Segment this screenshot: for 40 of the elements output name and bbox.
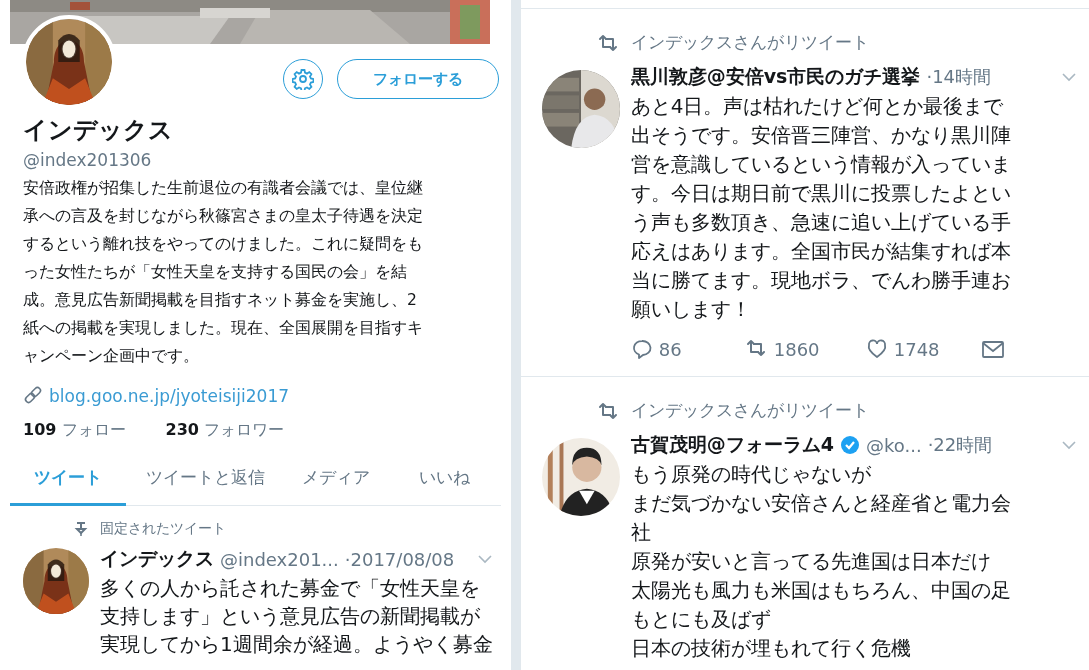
profile-tab[interactable]: いいね xyxy=(388,466,501,506)
tweet-time: ·2017/08/08 xyxy=(344,548,455,570)
chevron-icon[interactable] xyxy=(476,554,493,564)
follow-button[interactable]: フォローする xyxy=(336,59,499,99)
retweet-icon xyxy=(597,400,618,421)
profile-handle: @index201306 xyxy=(23,150,153,170)
action-button[interactable]: 86 xyxy=(630,338,746,360)
action-button[interactable]: 1860 xyxy=(745,338,866,360)
author-name: インデックス xyxy=(100,546,214,571)
retweet-icon xyxy=(597,32,618,53)
mail-icon[interactable] xyxy=(980,338,1005,360)
profile-tab[interactable]: メディア xyxy=(284,466,388,506)
retweet-label: インデックスさんがリツイート xyxy=(630,31,870,54)
tweet-time: ·22時間 xyxy=(927,433,993,457)
pinned-label: 固定されたツイート xyxy=(100,520,227,538)
settings-button[interactable] xyxy=(282,59,323,99)
retweet-label: インデックスさんがリツイート xyxy=(630,399,870,422)
stat-count[interactable]: 109 フォロー xyxy=(23,420,126,441)
pin-icon xyxy=(74,521,88,537)
tweet-text: もう原発の時代じゃないが まだ気づかない安倍さんと経産省と電力会 社 原発が安いと言ってる先進国は日本だけ 太陽光も風力も米国はもちろん、中国の足 もとにも及ばず 日本の技術が埋もれて行く危機 xyxy=(630,461,1012,662)
settings-icon xyxy=(291,68,314,90)
author-handle: @ko... xyxy=(865,434,922,456)
profile-bio: 安倍政権が招集した生前退位の有識者会議では、皇位継 承への言及を封じながら秋篠宮さまの皇太子待遇を決定 するという離れ技をやってのけました。これに疑問をも った女性たちが「女性天皇を支持する国民の会」を結 成。意見広告新聞掲載を目指すネット募金を実施し、2 紙への掲載を実現しました。現在、全国展開を目指すキ ャンペーン企画中です。 xyxy=(23,178,424,367)
tweet-text: あと4日。声は枯れたけど何とか最後まで 出そうです。安倍晋三陣営、かなり黒川陣 営を意識しているという情報が入っていま す。今日は期日前で黒川に投票したよとい う声も多数頂き、急速に追い上げている手 応えはあります。全国市民が結集すれば本 当に勝てます。現地ボラ、でんわ勝手連お 願いします！ xyxy=(630,93,1012,323)
chevron-icon[interactable] xyxy=(1061,440,1077,450)
action-button[interactable]: 1748 xyxy=(865,338,981,360)
profile-name: インデックス xyxy=(23,115,173,146)
link-icon xyxy=(23,386,43,406)
reply-icon xyxy=(630,338,653,360)
chevron-icon[interactable] xyxy=(1061,72,1077,82)
profile-link[interactable]: blog.goo.ne.jp/jyoteisiji2017 xyxy=(49,386,289,406)
author-handle: @index201... xyxy=(220,548,339,570)
author-name: 古賀茂明@フォーラム4 xyxy=(630,432,834,457)
tweet-time: ·14時間 xyxy=(926,65,992,89)
author-name: 黒川敦彦@安倍vs市民のガチ選挙 xyxy=(630,64,921,89)
profile-tab[interactable]: ツイート xyxy=(10,466,126,506)
tweet-text: 多くの人から託された募金で「女性天皇を 支持します」という意見広告の新聞掲載が 実現してから1週間余が経過。ようやく募金 xyxy=(100,575,493,658)
heart-icon xyxy=(865,338,888,360)
stat-count[interactable]: 230 フォロワー xyxy=(165,420,284,441)
profile-tab[interactable]: ツイートと返信 xyxy=(126,466,284,506)
